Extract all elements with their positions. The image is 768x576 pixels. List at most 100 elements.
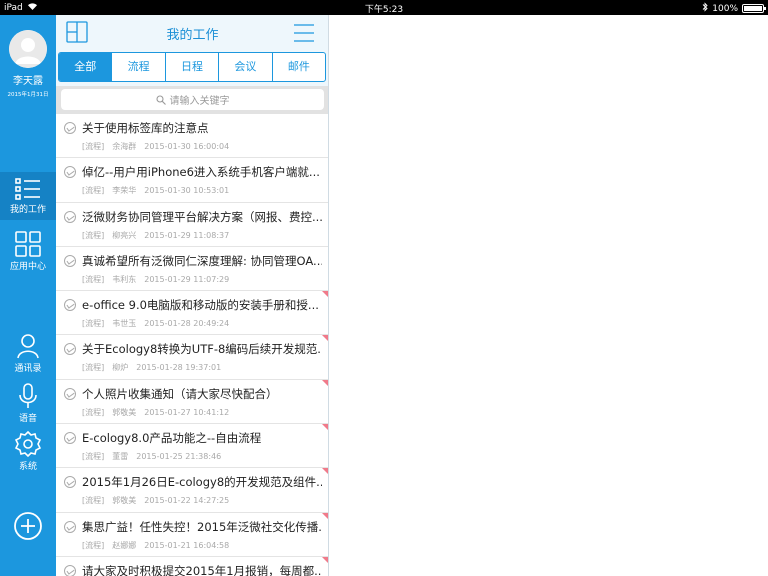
battery-fill <box>744 6 762 11</box>
workflow-icon <box>64 254 76 267</box>
nav-system[interactable]: 系统 <box>0 431 56 479</box>
list-item[interactable]: 关于Ecology8转换为UTF-8编码后续开发规范... [流程] 柳炉 2015… <box>56 335 328 380</box>
unread-marker <box>322 291 328 299</box>
item-time: 2015-01-28 20:49:24 <box>144 319 230 329</box>
item-time: 2015-01-22 14:27:25 <box>144 496 230 506</box>
item-time: 2015-01-28 19:37:01 <box>136 363 222 373</box>
item-type: [流程] <box>82 407 105 417</box>
item-author: 赵娜娜 <box>112 540 137 550</box>
search-placeholder: 请输入关键字 <box>169 96 230 107</box>
nav-label: 系统 <box>18 462 37 472</box>
item-time: 2015-01-29 11:08:37 <box>144 230 230 240</box>
add-button[interactable] <box>0 511 56 541</box>
unread-marker <box>322 335 328 343</box>
list-item[interactable]: 真诚希望所有泛微同仁深度理解: 协同管理OA... [流程] 韦利东 2015-01… <box>56 246 328 292</box>
workflow-icon <box>64 520 76 533</box>
unread-marker <box>322 424 328 432</box>
battery-icon <box>742 4 766 13</box>
item-title: e-office 9.0电脑版和移动版的安装手册和授... <box>82 298 319 313</box>
item-meta: [流程] 郭敬美 2015-01-27 10:41:12 <box>82 407 237 418</box>
item-time: 2015-01-21 16:04:58 <box>144 540 230 550</box>
item-title: 2015年1月26日E-cology8的开发规范及组件... <box>82 475 322 490</box>
item-type: [流程] <box>82 319 105 329</box>
list-item[interactable]: 2015年1月26日E-cology8的开发规范及组件... [流程] 郭敬美 20… <box>56 468 328 513</box>
tab-meeting[interactable]: 会议 <box>219 53 273 81</box>
item-type: [流程] <box>82 363 105 373</box>
list-item[interactable]: 关于使用标签库的注意点 [流程] 余海群 2015-01-30 16:00:04 <box>56 114 328 159</box>
list-item[interactable]: 倬亿--用户用iPhone6进入系统手机客户端就... [流程] 李荣华 2015-… <box>56 158 328 203</box>
item-author: 柳亮兴 <box>112 230 137 240</box>
unread-marker <box>322 468 328 476</box>
nav-label: 语音 <box>18 414 37 424</box>
item-meta: [流程] 董雷 2015-01-25 21:38:46 <box>82 451 229 462</box>
status-time: 下午5:23 <box>364 5 404 15</box>
item-title: 请大家及时积极提交2015年1月报销，每周都... <box>82 563 322 576</box>
search-icon <box>155 94 166 105</box>
microphone-icon <box>19 383 37 408</box>
plus-circle-icon <box>14 512 42 540</box>
list-item[interactable]: 泛微财务协同管理平台解决方案（网报、费控... [流程] 柳亮兴 2015-01-2… <box>56 202 328 247</box>
item-author: 韦利东 <box>112 274 137 284</box>
item-author: 郭敬美 <box>112 407 137 417</box>
item-type: [流程] <box>82 142 105 151</box>
item-title: 个人照片收集通知（请大家尽快配合） <box>82 386 278 401</box>
item-type: [流程] <box>82 496 105 506</box>
list-item[interactable]: 请大家及时积极提交2015年1月报销，每周都... <box>56 556 328 576</box>
item-author: 李荣华 <box>112 186 137 196</box>
item-type: [流程] <box>82 274 105 284</box>
nav-app-center[interactable]: 应用中心 <box>0 228 56 276</box>
tab-mail[interactable]: 邮件 <box>273 53 325 81</box>
nav-contacts[interactable]: 通讯录 <box>0 333 56 381</box>
list-item[interactable]: E-cology8.0产品功能之--自由流程 [流程] 董雷 2015-01-25 … <box>56 424 328 469</box>
item-meta: [流程] 韦利东 2015-01-29 11:07:29 <box>82 274 237 285</box>
tab-workflow[interactable]: 流程 <box>112 53 166 81</box>
status-bar: iPad 下午5:23 100% <box>0 0 768 15</box>
item-meta: [流程] 柳亮兴 2015-01-29 11:08:37 <box>82 230 237 241</box>
workflow-icon <box>64 476 76 489</box>
item-type: [流程] <box>82 230 105 240</box>
item-type: [流程] <box>82 540 105 550</box>
filter-tabs: 全部 流程 日程 会议 邮件 <box>58 52 326 82</box>
bluetooth-icon <box>702 2 708 15</box>
item-meta: [流程] 李荣华 2015-01-30 10:53:01 <box>82 185 237 196</box>
battery-percent: 100% <box>712 3 738 14</box>
contact-icon <box>17 334 39 359</box>
list-item[interactable]: 集思广益！任性失控！2015年泛微社交化传播... [流程] 赵娜娜 2015-01… <box>56 512 328 557</box>
item-author: 韦世玉 <box>112 319 137 329</box>
list-item[interactable]: e-office 9.0电脑版和移动版的安装手册和授... [流程] 韦世玉 201… <box>56 291 328 336</box>
item-time: 2015-01-30 10:53:01 <box>144 186 230 196</box>
status-right: 100% <box>702 2 766 15</box>
avatar[interactable] <box>9 30 47 68</box>
workflow-icon <box>64 432 76 445</box>
nav-my-work[interactable]: 我的工作 <box>0 172 56 220</box>
nav-label: 应用中心 <box>9 262 46 272</box>
item-meta: [流程] 柳炉 2015-01-28 19:37:01 <box>82 362 229 373</box>
menu-icon[interactable] <box>293 24 315 46</box>
grid-icon <box>15 231 41 257</box>
user-date: 2015年1月31日 <box>7 92 49 98</box>
workflow-icon <box>64 166 76 179</box>
search-bar: 请输入关键字 <box>56 86 328 114</box>
user-silhouette-icon <box>9 30 47 68</box>
item-author: 郭敬美 <box>112 496 137 506</box>
workflow-icon <box>64 564 76 576</box>
item-title: 关于使用标签库的注意点 <box>82 121 209 135</box>
item-title: 关于Ecology8转换为UTF-8编码后续开发规范... <box>82 342 322 357</box>
tab-schedule[interactable]: 日程 <box>166 53 220 81</box>
nav-voice[interactable]: 语音 <box>0 383 56 429</box>
workflow-icon <box>64 210 76 223</box>
item-author: 柳炉 <box>112 363 129 373</box>
workflow-icon <box>64 387 76 400</box>
tab-all[interactable]: 全部 <box>59 53 113 81</box>
item-meta: [流程] 余海群 2015-01-30 16:00:04 <box>82 141 237 152</box>
item-type: [流程] <box>82 186 105 196</box>
item-time: 2015-01-29 11:07:29 <box>144 274 230 284</box>
item-author: 董雷 <box>112 452 129 462</box>
list-item[interactable]: 个人照片收集通知（请大家尽快配合） [流程] 郭敬美 2015-01-27 10:4… <box>56 379 328 425</box>
workflow-icon <box>64 122 76 134</box>
item-meta: [流程] 赵娜娜 2015-01-21 16:04:58 <box>82 540 237 551</box>
list-icon <box>15 178 40 200</box>
search-input[interactable]: 请输入关键字 <box>61 89 324 110</box>
workflow-icon <box>64 343 76 356</box>
item-time: 2015-01-25 21:38:46 <box>136 452 222 462</box>
